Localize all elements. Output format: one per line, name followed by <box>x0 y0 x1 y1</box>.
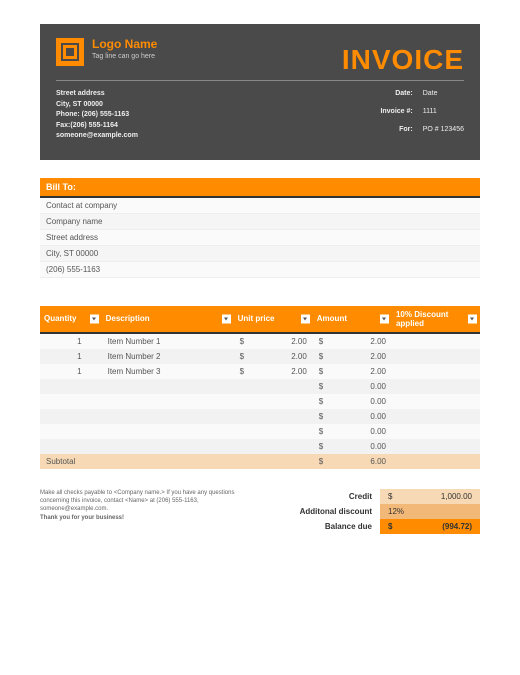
table-row: $0.00 <box>40 439 480 454</box>
company-street: Street address <box>56 89 138 100</box>
dropdown-icon[interactable] <box>90 314 99 323</box>
bill-to-body: Contact at companyCompany nameStreet add… <box>40 198 480 278</box>
column-header[interactable]: Unit price <box>234 306 313 333</box>
discount-label: Additonal discount <box>260 504 380 519</box>
cell-price <box>234 409 313 424</box>
cell-amount: $0.00 <box>313 379 392 394</box>
for-label: For: <box>380 125 412 141</box>
payment-instructions: Make all checks payable to <Company name… <box>40 490 234 513</box>
cell-price <box>234 394 313 409</box>
cell-qty <box>40 424 102 439</box>
cell-desc: Item Number 3 <box>102 364 234 379</box>
bill-to-line: City, ST 00000 <box>40 246 480 262</box>
cell-amount: $0.00 <box>313 409 392 424</box>
company-fax: Fax:(206) 555-1164 <box>56 121 138 132</box>
items-table: QuantityDescriptionUnit priceAmount10% D… <box>40 306 480 469</box>
cell-desc <box>102 394 234 409</box>
cell-qty <box>40 439 102 454</box>
cell-price <box>234 439 313 454</box>
cell-price: $2.00 <box>234 349 313 364</box>
cell-desc <box>102 439 234 454</box>
cell-amount: $2.00 <box>313 364 392 379</box>
table-row: 1Item Number 2$2.00$2.00 <box>40 349 480 364</box>
cell-amount: $2.00 <box>313 333 392 349</box>
cell-discount <box>392 409 480 424</box>
column-header[interactable]: Description <box>102 306 234 333</box>
dropdown-icon[interactable] <box>468 314 477 323</box>
cell-desc: Item Number 1 <box>102 333 234 349</box>
invoice-header: Logo Name Tag line can go here INVOICE S… <box>40 24 480 160</box>
credit-label: Credit <box>260 489 380 504</box>
balance-value: $(994.72) <box>380 519 480 534</box>
footer-note: Make all checks payable to <Company name… <box>40 489 240 534</box>
cell-desc <box>102 379 234 394</box>
discount-value: 12% <box>380 504 480 519</box>
cell-qty <box>40 409 102 424</box>
totals: Credit $1,000.00 Additonal discount 12% … <box>260 489 480 534</box>
cell-qty <box>40 394 102 409</box>
subtotal-label: Subtotal <box>40 454 102 469</box>
cell-qty <box>40 379 102 394</box>
cell-amount: $2.00 <box>313 349 392 364</box>
invoice-title: INVOICE <box>342 44 464 76</box>
balance-label: Balance due <box>260 519 380 534</box>
cell-desc <box>102 424 234 439</box>
company-phone: Phone: (206) 555-1163 <box>56 110 138 121</box>
invoice-number-label: Invoice #: <box>380 107 412 123</box>
bill-to-line: Contact at company <box>40 198 480 214</box>
dropdown-icon[interactable] <box>380 314 389 323</box>
bill-to-line: Street address <box>40 230 480 246</box>
company-city: City, ST 00000 <box>56 100 138 111</box>
cell-amount: $0.00 <box>313 439 392 454</box>
column-header[interactable]: Quantity <box>40 306 102 333</box>
cell-amount: $0.00 <box>313 394 392 409</box>
cell-price: $2.00 <box>234 364 313 379</box>
cell-price <box>234 424 313 439</box>
cell-discount <box>392 379 480 394</box>
tagline: Tag line can go here <box>92 53 157 60</box>
bill-to-line: Company name <box>40 214 480 230</box>
dropdown-icon[interactable] <box>222 314 231 323</box>
cell-discount <box>392 364 480 379</box>
company-info: Street address City, ST 00000 Phone: (20… <box>56 89 138 142</box>
table-row: $0.00 <box>40 424 480 439</box>
table-row: 1Item Number 1$2.00$2.00 <box>40 333 480 349</box>
cell-amount: $0.00 <box>313 424 392 439</box>
subtotal-row: Subtotal $6.00 <box>40 454 480 469</box>
bill-to-line: (206) 555-1163 <box>40 262 480 278</box>
cell-discount <box>392 394 480 409</box>
cell-qty: 1 <box>40 364 102 379</box>
date-label: Date: <box>380 89 412 105</box>
dropdown-icon[interactable] <box>301 314 310 323</box>
invoice-meta: Date: Date Invoice #: 1111 For: PO # 123… <box>380 89 464 142</box>
cell-qty: 1 <box>40 333 102 349</box>
table-row: 1Item Number 3$2.00$2.00 <box>40 364 480 379</box>
cell-desc <box>102 409 234 424</box>
logo-icon <box>56 38 84 66</box>
cell-discount <box>392 424 480 439</box>
company-email: someone@example.com <box>56 131 138 142</box>
cell-price <box>234 379 313 394</box>
bill-to-header: Bill To: <box>40 178 480 198</box>
cell-discount <box>392 333 480 349</box>
table-row: $0.00 <box>40 379 480 394</box>
cell-qty: 1 <box>40 349 102 364</box>
invoice-number-value: 1111 <box>423 107 464 123</box>
cell-desc: Item Number 2 <box>102 349 234 364</box>
column-header[interactable]: Amount <box>313 306 392 333</box>
column-header[interactable]: 10% Discount applied <box>392 306 480 333</box>
table-row: $0.00 <box>40 409 480 424</box>
cell-discount <box>392 349 480 364</box>
subtotal-value: $6.00 <box>313 454 392 469</box>
cell-discount <box>392 439 480 454</box>
for-value: PO # 123456 <box>423 125 464 141</box>
cell-price: $2.00 <box>234 333 313 349</box>
logo-name: Logo Name <box>92 38 157 51</box>
thank-you: Thank you for your business! <box>40 515 124 521</box>
date-value: Date <box>423 89 464 105</box>
credit-value: $1,000.00 <box>380 489 480 504</box>
table-row: $0.00 <box>40 394 480 409</box>
